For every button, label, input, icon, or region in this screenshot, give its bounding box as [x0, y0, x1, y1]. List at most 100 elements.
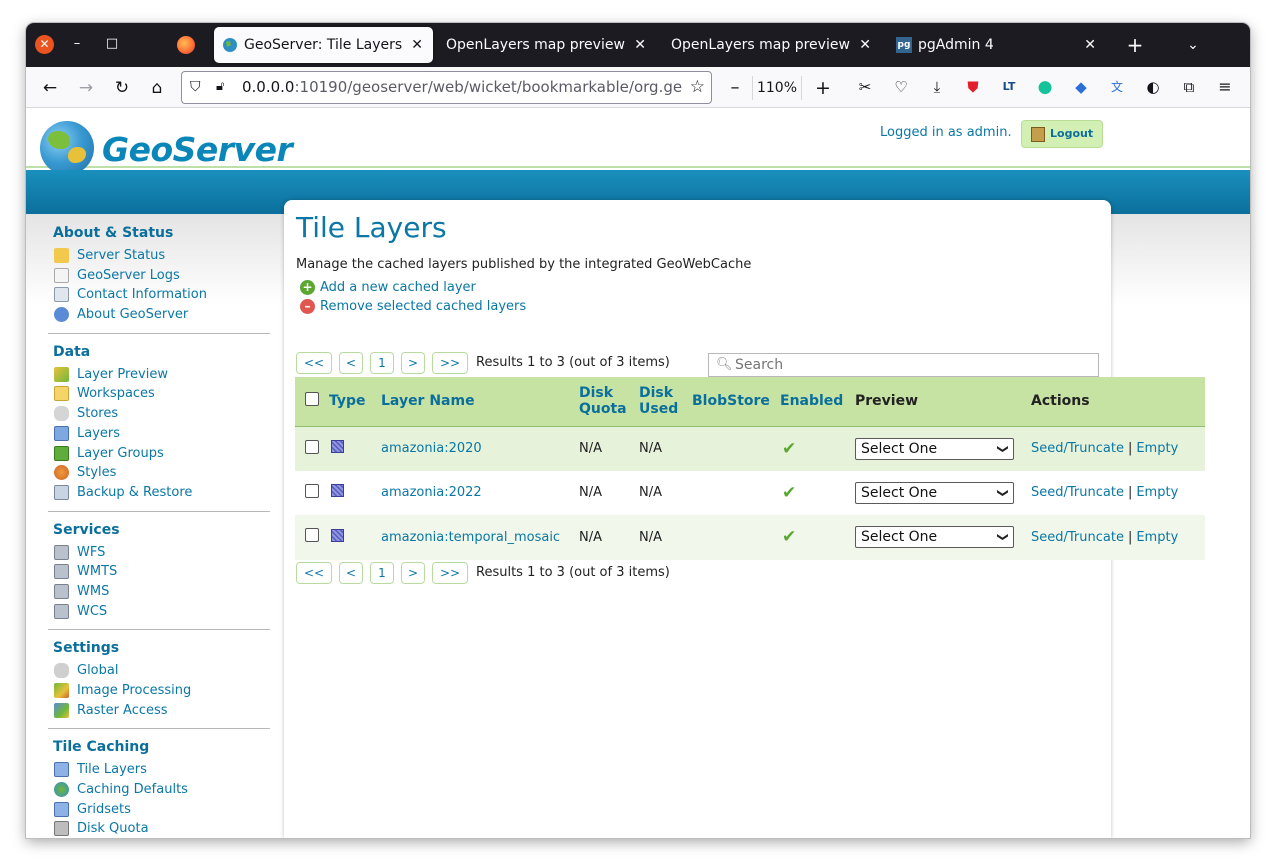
column-header-layer-name[interactable]: Layer Name — [381, 377, 579, 427]
insecure-lock-icon[interactable]: 🔓︎ — [216, 79, 232, 96]
sidebar-item-workspaces[interactable]: Workspaces — [48, 384, 270, 404]
sidebar-item-disk-quota[interactable]: Disk Quota — [48, 819, 270, 838]
preview-select-value: Select One — [861, 484, 938, 501]
app-menu-icon[interactable]: ≡ — [1214, 76, 1236, 98]
remove-cached-layers-link[interactable]: – Remove selected cached layers — [300, 298, 526, 316]
url-text[interactable]: 0.0.0.0:10190/geoserver/web/wicket/bookm… — [242, 72, 682, 103]
sidebar-item-contact-information[interactable]: Contact Information — [48, 285, 270, 305]
search-field[interactable]: 🔍︎ — [708, 353, 1099, 377]
tab-close-icon[interactable]: ✕ — [411, 27, 423, 63]
empty-link[interactable]: Empty — [1136, 530, 1178, 545]
new-tab-icon[interactable]: + — [1121, 31, 1149, 59]
forward-icon[interactable]: → — [72, 74, 100, 102]
sidebar-item-backup-restore[interactable]: Backup & Restore — [48, 483, 270, 503]
search-input[interactable] — [735, 356, 1090, 374]
sidebar-item-label: Layer Groups — [77, 445, 164, 461]
layer-name-link[interactable]: amazonia:2020 — [381, 441, 482, 456]
empty-link[interactable]: Empty — [1136, 485, 1178, 500]
logout-button[interactable]: Logout — [1021, 120, 1103, 148]
row-checkbox[interactable] — [305, 439, 319, 454]
tab-openlayers-preview-1[interactable]: OpenLayers map preview ✕ — [438, 27, 656, 63]
geoserver-logo-globe-icon[interactable] — [40, 121, 94, 175]
pager-next-button[interactable]: > — [401, 562, 425, 584]
extensions-puzzle-icon[interactable]: ⧉ — [1178, 76, 1200, 98]
select-all-checkbox[interactable] — [305, 392, 319, 407]
window-close-icon[interactable]: ✕ — [35, 35, 54, 54]
sidebar-item-stores[interactable]: Stores — [48, 404, 270, 424]
sidebar-item-layer-groups[interactable]: Layer Groups — [48, 444, 270, 464]
sidebar-item-wfs[interactable]: WFS — [48, 543, 270, 563]
seed-truncate-link[interactable]: Seed/Truncate — [1031, 530, 1124, 545]
screenshot-icon[interactable]: ✂ — [854, 76, 876, 98]
preview-select[interactable]: Select One ❯ — [855, 437, 1014, 460]
languagetool-icon[interactable]: LT — [998, 76, 1020, 98]
pager-next-button[interactable]: > — [401, 352, 425, 374]
preview-select[interactable]: Select One ❯ — [855, 526, 1014, 549]
sidebar-item-about-geoserver[interactable]: About GeoServer — [48, 305, 270, 325]
sidebar-item-raster-access[interactable]: Raster Access — [48, 701, 270, 721]
column-header-blobstore[interactable]: BlobStore — [692, 377, 780, 427]
column-header-disk-used[interactable]: Disk Used — [639, 377, 692, 427]
sidebar-item-gridsets[interactable]: Gridsets — [48, 800, 270, 820]
geoserver-logo-text[interactable]: GeoServer — [102, 130, 293, 169]
empty-link[interactable]: Empty — [1136, 441, 1178, 456]
column-header-enabled[interactable]: Enabled — [780, 377, 855, 427]
zoom-out-icon[interactable]: – — [721, 74, 749, 102]
pager-prev-button[interactable]: < — [339, 562, 363, 584]
disk-quota-cell: N/A — [579, 515, 639, 560]
sidebar-item-global[interactable]: Global — [48, 661, 270, 681]
window-minimize-icon[interactable]: – — [66, 33, 88, 55]
sidebar-item-styles[interactable]: Styles — [48, 463, 270, 483]
sidebar-item-wcs[interactable]: WCS — [48, 602, 270, 622]
window-maximize-icon[interactable]: □ — [101, 33, 123, 55]
list-all-tabs-icon[interactable]: ⌄ — [1179, 31, 1207, 59]
ublock-icon[interactable]: ⛊ — [962, 76, 984, 98]
layer-name-link[interactable]: amazonia:2022 — [381, 485, 482, 500]
zoom-level[interactable]: 110% — [752, 76, 802, 100]
extension-mask-icon[interactable]: ◐ — [1142, 76, 1164, 98]
tab-close-icon[interactable]: ✕ — [859, 27, 871, 63]
sidebar-item-geoserver-logs[interactable]: GeoServer Logs — [48, 266, 270, 286]
pager-first-button[interactable]: << — [296, 352, 332, 374]
row-checkbox[interactable] — [305, 528, 319, 543]
url-bar[interactable]: ⛉ 🔓︎ 0.0.0.0:10190/geoserver/web/wicket/… — [181, 71, 712, 104]
column-header-type[interactable]: Type — [329, 377, 381, 427]
extension-cap-icon[interactable]: ◆ — [1070, 76, 1092, 98]
column-header-disk-quota[interactable]: Disk Quota — [579, 377, 639, 427]
reload-icon[interactable]: ↻ — [108, 74, 136, 102]
sidebar-item-layer-preview[interactable]: Layer Preview — [48, 365, 270, 385]
pocket-icon[interactable]: ♡ — [890, 76, 912, 98]
pager-last-button[interactable]: >> — [432, 352, 468, 374]
sidebar-item-server-status[interactable]: Server Status — [48, 246, 270, 266]
preview-select[interactable]: Select One ❯ — [855, 481, 1014, 504]
downloads-icon[interactable]: ⤓ — [926, 76, 948, 98]
sidebar-item-tile-layers[interactable]: Tile Layers — [48, 760, 270, 780]
pager-last-button[interactable]: >> — [432, 562, 468, 584]
tab-pgadmin[interactable]: pg pgAdmin 4 ✕ — [888, 27, 1106, 63]
sidebar-item-wmts[interactable]: WMTS — [48, 562, 270, 582]
tab-geoserver-tile-layers[interactable]: GeoServer: Tile Layers ✕ — [214, 27, 433, 63]
home-icon[interactable]: ⌂ — [143, 74, 171, 102]
pager-prev-button[interactable]: < — [339, 352, 363, 374]
sidebar-item-image-processing[interactable]: Image Processing — [48, 681, 270, 701]
grammarly-icon[interactable]: ● — [1034, 76, 1056, 98]
pager-page-button[interactable]: 1 — [370, 562, 394, 584]
sidebar-item-caching-defaults[interactable]: Caching Defaults — [48, 780, 270, 800]
bookmark-star-icon[interactable]: ☆ — [690, 77, 705, 97]
tab-close-icon[interactable]: ✕ — [1084, 27, 1096, 63]
zoom-in-icon[interactable]: + — [809, 74, 837, 102]
sidebar-item-layers[interactable]: Layers — [48, 424, 270, 444]
pager-page-button[interactable]: 1 — [370, 352, 394, 374]
tracking-shield-icon[interactable]: ⛉ — [190, 79, 206, 96]
add-cached-layer-link[interactable]: + Add a new cached layer — [300, 279, 476, 297]
tab-openlayers-preview-2[interactable]: OpenLayers map preview ✕ — [663, 27, 881, 63]
row-checkbox[interactable] — [305, 483, 319, 498]
translate-icon[interactable]: 文 — [1106, 76, 1128, 98]
sidebar-item-wms[interactable]: WMS — [48, 582, 270, 602]
seed-truncate-link[interactable]: Seed/Truncate — [1031, 441, 1124, 456]
seed-truncate-link[interactable]: Seed/Truncate — [1031, 485, 1124, 500]
back-icon[interactable]: ← — [36, 74, 64, 102]
pager-first-button[interactable]: << — [296, 562, 332, 584]
tab-close-icon[interactable]: ✕ — [634, 27, 646, 63]
layer-name-link[interactable]: amazonia:temporal_mosaic — [381, 530, 560, 545]
